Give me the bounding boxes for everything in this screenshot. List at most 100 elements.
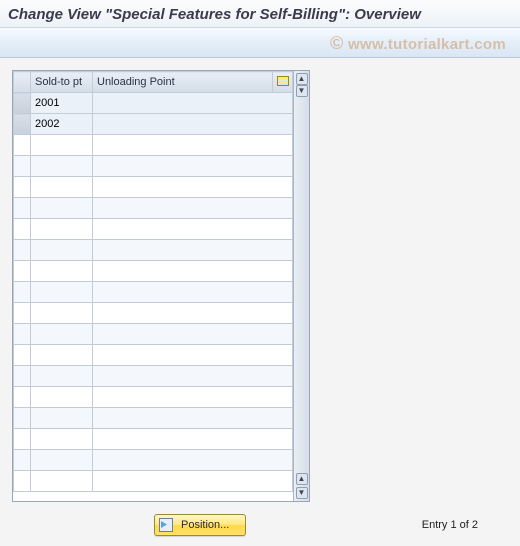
table-control: Sold-to pt Unloading Point ▲ ▼ ▲ ▼ [12, 70, 310, 502]
cell-sold-to[interactable] [31, 345, 93, 366]
window-titlebar: Change View "Special Features for Self-B… [0, 0, 520, 28]
table-row [14, 114, 293, 135]
table-settings-button[interactable] [273, 72, 293, 93]
row-selector[interactable] [14, 387, 31, 408]
cell-sold-to[interactable] [31, 471, 93, 492]
row-selector[interactable] [14, 366, 31, 387]
sold-to-input[interactable] [35, 115, 88, 133]
table-row [14, 303, 293, 324]
cell-unloading-point[interactable] [93, 135, 293, 156]
cell-sold-to[interactable] [31, 387, 93, 408]
row-selector[interactable] [14, 198, 31, 219]
cell-unloading-point[interactable] [93, 156, 293, 177]
table-row [14, 387, 293, 408]
row-selector[interactable] [14, 240, 31, 261]
table-row [14, 198, 293, 219]
window-title: Change View "Special Features for Self-B… [8, 6, 421, 23]
cell-sold-to[interactable] [31, 303, 93, 324]
application-toolbar [0, 28, 520, 58]
cell-sold-to[interactable] [31, 198, 93, 219]
cell-sold-to[interactable] [31, 135, 93, 156]
cell-sold-to[interactable] [31, 282, 93, 303]
table-row [14, 177, 293, 198]
row-selector[interactable] [14, 303, 31, 324]
row-selector[interactable] [14, 324, 31, 345]
cell-sold-to[interactable] [31, 366, 93, 387]
cell-sold-to[interactable] [31, 93, 93, 114]
table-row [14, 471, 293, 492]
cell-unloading-point[interactable] [93, 261, 293, 282]
table-row [14, 429, 293, 450]
cell-unloading-point[interactable] [93, 471, 293, 492]
row-selector[interactable] [14, 261, 31, 282]
cell-unloading-point[interactable] [93, 282, 293, 303]
vertical-scrollbar[interactable]: ▲ ▼ ▲ ▼ [293, 71, 309, 501]
scroll-up-button-bottom[interactable]: ▲ [296, 473, 308, 485]
cell-unloading-point[interactable] [93, 303, 293, 324]
table-row [14, 93, 293, 114]
table-row [14, 408, 293, 429]
client-area: Sold-to pt Unloading Point ▲ ▼ ▲ ▼ [0, 58, 520, 504]
cell-unloading-point[interactable] [93, 198, 293, 219]
cell-sold-to[interactable] [31, 114, 93, 135]
scroll-up-button[interactable]: ▲ [296, 73, 308, 85]
table-row [14, 156, 293, 177]
column-header-sold-to[interactable]: Sold-to pt [31, 72, 93, 93]
sold-to-input[interactable] [35, 94, 88, 112]
table-row [14, 345, 293, 366]
cell-unloading-point[interactable] [93, 366, 293, 387]
unloading-point-input[interactable] [97, 115, 288, 133]
cell-sold-to[interactable] [31, 177, 93, 198]
cell-sold-to[interactable] [31, 408, 93, 429]
unloading-point-input[interactable] [97, 94, 288, 112]
position-icon [159, 518, 173, 532]
grid: Sold-to pt Unloading Point [13, 71, 293, 492]
table-row [14, 240, 293, 261]
select-all-corner[interactable] [14, 72, 31, 93]
cell-sold-to[interactable] [31, 261, 93, 282]
cell-unloading-point[interactable] [93, 450, 293, 471]
cell-unloading-point[interactable] [93, 240, 293, 261]
cell-unloading-point[interactable] [93, 219, 293, 240]
row-selector[interactable] [14, 156, 31, 177]
table-settings-icon [277, 76, 289, 86]
row-selector[interactable] [14, 429, 31, 450]
table-row [14, 282, 293, 303]
table-row [14, 219, 293, 240]
row-selector[interactable] [14, 282, 31, 303]
cell-unloading-point[interactable] [93, 177, 293, 198]
cell-unloading-point[interactable] [93, 93, 293, 114]
table-row [14, 135, 293, 156]
cell-sold-to[interactable] [31, 240, 93, 261]
row-selector[interactable] [14, 408, 31, 429]
row-selector[interactable] [14, 177, 31, 198]
cell-sold-to[interactable] [31, 450, 93, 471]
row-selector[interactable] [14, 219, 31, 240]
row-selector[interactable] [14, 345, 31, 366]
scroll-down-button[interactable]: ▼ [296, 85, 308, 97]
row-selector[interactable] [14, 450, 31, 471]
cell-unloading-point[interactable] [93, 387, 293, 408]
cell-sold-to[interactable] [31, 324, 93, 345]
row-selector[interactable] [14, 93, 31, 114]
cell-unloading-point[interactable] [93, 324, 293, 345]
table-row [14, 450, 293, 471]
row-selector[interactable] [14, 471, 31, 492]
row-selector[interactable] [14, 114, 31, 135]
table-row [14, 366, 293, 387]
cell-unloading-point[interactable] [93, 114, 293, 135]
position-button[interactable]: Position... [154, 514, 246, 536]
table-row [14, 324, 293, 345]
cell-unloading-point[interactable] [93, 408, 293, 429]
scroll-down-button-bottom[interactable]: ▼ [296, 487, 308, 499]
footer-bar: Position... Entry 1 of 2 [0, 504, 520, 546]
cell-sold-to[interactable] [31, 156, 93, 177]
cell-sold-to[interactable] [31, 219, 93, 240]
table-row [14, 261, 293, 282]
cell-sold-to[interactable] [31, 429, 93, 450]
column-header-unloading-point[interactable]: Unloading Point [93, 72, 273, 93]
row-selector[interactable] [14, 135, 31, 156]
cell-unloading-point[interactable] [93, 429, 293, 450]
cell-unloading-point[interactable] [93, 345, 293, 366]
position-button-label: Position... [181, 519, 229, 531]
